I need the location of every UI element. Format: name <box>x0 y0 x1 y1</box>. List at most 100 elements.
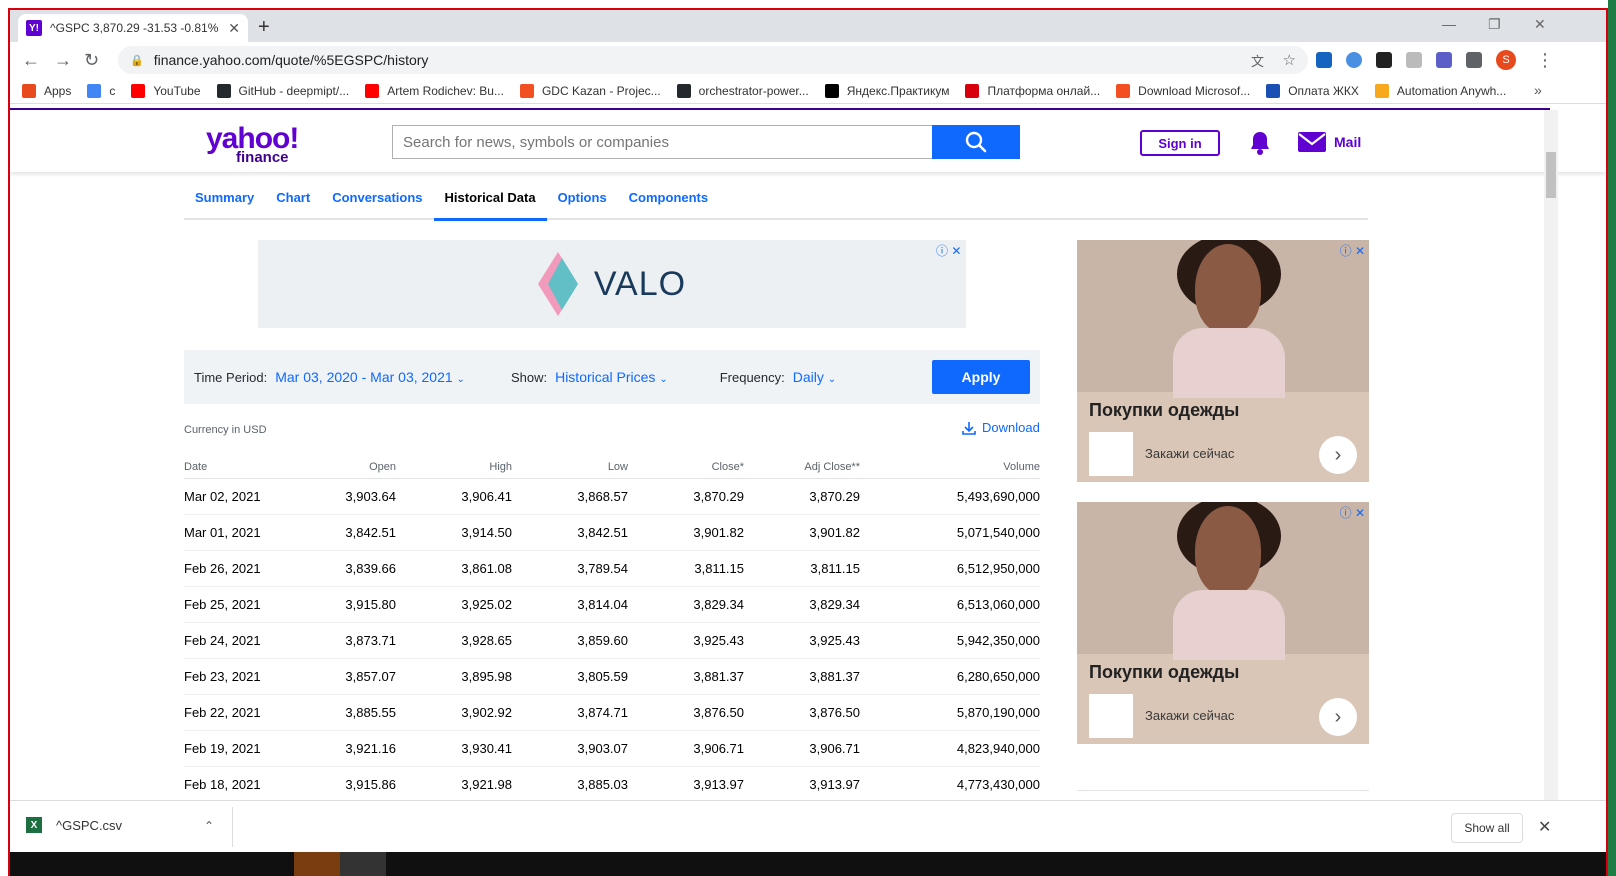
column-header: Low <box>512 456 628 479</box>
search-button[interactable] <box>932 125 1020 159</box>
table-row: Feb 23, 2021 3,857.07 3,895.98 3,805.59 3,88… <box>184 658 1040 695</box>
download-link[interactable]: Download <box>962 420 1040 435</box>
ad-headline: Покупки одежды <box>1089 662 1240 682</box>
automation-extension-icon[interactable] <box>1346 52 1362 68</box>
tab-strip: Y! ^GSPC 3,870.29 -31.53 -0.81% : S ✕ + … <box>10 10 1606 42</box>
bookmark-item[interactable]: GDC Kazan - Projec... <box>519 83 661 98</box>
valo-ad-banner[interactable]: VALO <box>258 240 966 328</box>
bookmark-item[interactable]: Яндекс.Практикум <box>824 83 949 98</box>
uipath-extension-icon[interactable] <box>1316 52 1332 68</box>
search-input[interactable] <box>392 125 934 159</box>
download-shelf: X ^GSPC.csv ⌃ Show all ✕ <box>10 800 1606 852</box>
chevron-up-icon[interactable]: ⌃ <box>204 819 214 833</box>
ad-choices-icon[interactable]: ⓘ ✕ <box>936 242 961 259</box>
table-cell: 3,901.82 <box>744 514 860 551</box>
bookmark-item[interactable]: Оплата ЖКХ <box>1266 83 1359 98</box>
tab-summary[interactable]: Summary <box>184 188 265 220</box>
scrollbar-thumb[interactable] <box>1546 152 1556 198</box>
table-row: Feb 22, 2021 3,885.55 3,902.92 3,874.71 3,87… <box>184 694 1040 731</box>
close-tab-icon[interactable]: ✕ <box>228 20 240 37</box>
new-tab-icon[interactable]: + <box>258 16 270 39</box>
forward-icon[interactable]: → <box>54 50 72 71</box>
notifications-bell-icon[interactable] <box>1248 130 1272 161</box>
extension-icon[interactable] <box>1406 52 1422 68</box>
table-cell: Feb 24, 2021 <box>184 622 294 659</box>
table-cell: 5,493,690,000 <box>860 478 1040 515</box>
bookmarks-overflow-icon[interactable]: » <box>1534 82 1590 98</box>
sign-in-button[interactable]: Sign in <box>1140 130 1220 156</box>
translate-icon[interactable]: 文 <box>1251 51 1264 70</box>
currency-note: Currency in USD <box>184 424 267 436</box>
close-shelf-icon[interactable]: ✕ <box>1538 817 1551 837</box>
ad-logo-placeholder <box>1089 432 1133 476</box>
bookmark-item[interactable]: orchestrator-power... <box>676 83 809 98</box>
side-ad-1[interactable]: ⓘ ✕ Покупки одежды Закажи сейчас › <box>1077 240 1369 482</box>
bookmark-star-icon[interactable]: ☆ <box>1283 51 1296 69</box>
close-window-icon[interactable]: ✕ <box>1534 16 1546 33</box>
tab-historical-data[interactable]: Historical Data <box>433 188 547 221</box>
yahoo-finance-logo[interactable]: yahoo! finance <box>206 124 299 166</box>
tab-conversations[interactable]: Conversations <box>321 188 433 220</box>
table-cell: 3,925.02 <box>396 586 512 623</box>
tab-chart[interactable]: Chart <box>265 188 321 220</box>
column-header: Adj Close** <box>744 456 860 479</box>
page-scrollbar[interactable] <box>1544 110 1558 800</box>
table-cell: 3,811.15 <box>628 550 744 587</box>
apply-button[interactable]: Apply <box>932 360 1030 394</box>
taskbar-app[interactable] <box>340 852 386 876</box>
yahoo-header: yahoo! finance Sign in Mail <box>10 110 1606 172</box>
show-all-button[interactable]: Show all <box>1451 813 1523 843</box>
bookmark-item[interactable]: Платформа онлай... <box>965 83 1100 98</box>
back-icon[interactable]: ← <box>22 50 40 71</box>
chevron-right-icon[interactable]: › <box>1319 436 1357 474</box>
bookmark-item[interactable]: Apps <box>22 83 72 98</box>
bookmark-favicon-icon <box>1266 83 1281 98</box>
chevron-right-icon[interactable]: › <box>1319 698 1357 736</box>
tab-options[interactable]: Options <box>547 188 618 220</box>
bookmark-label: orchestrator-power... <box>698 83 809 98</box>
show-dropdown[interactable]: Historical Prices ⌄ <box>555 369 668 385</box>
table-cell: Feb 26, 2021 <box>184 550 294 587</box>
selenium-extension-icon[interactable] <box>1376 52 1392 68</box>
bookmark-item[interactable]: c <box>87 83 115 98</box>
bookmark-label: Оплата ЖКХ <box>1288 83 1359 98</box>
profile-avatar[interactable]: S <box>1496 50 1516 70</box>
bookmark-label: Download Microsof... <box>1138 83 1251 98</box>
bookmark-item[interactable]: Download Microsof... <box>1116 83 1251 98</box>
ad-placeholder <box>1077 790 1369 800</box>
table-cell: 3,859.60 <box>512 622 628 659</box>
table-cell: 3,906.71 <box>628 730 744 767</box>
restore-icon[interactable]: ❐ <box>1488 16 1501 33</box>
time-period-dropdown[interactable]: Mar 03, 2020 - Mar 03, 2021 ⌄ <box>275 369 465 385</box>
menu-kebab-icon[interactable]: ⋮ <box>1536 50 1554 71</box>
bookmark-item[interactable]: Artem Rodichev: Bu... <box>365 83 504 98</box>
address-bar[interactable]: 🔒 finance.yahoo.com/quote/%5EGSPC/histor… <box>118 46 1308 74</box>
bookmark-label: Apps <box>44 83 72 98</box>
tab-components[interactable]: Components <box>618 188 719 220</box>
side-ad-2[interactable]: ⓘ ✕ Покупки одежды Закажи сейчас › <box>1077 502 1369 744</box>
browser-tab[interactable]: Y! ^GSPC 3,870.29 -31.53 -0.81% : S ✕ <box>18 14 248 42</box>
minimize-icon[interactable]: — <box>1442 16 1456 32</box>
bookmark-item[interactable]: GitHub - deepmipt/... <box>216 83 349 98</box>
table-cell: 3,913.97 <box>744 766 860 803</box>
puzzle-extensions-icon[interactable] <box>1466 52 1482 68</box>
reload-icon[interactable]: ↻ <box>84 50 99 71</box>
table-cell: 3,925.43 <box>628 622 744 659</box>
bookmark-item[interactable]: Automation Anywh... <box>1374 83 1506 98</box>
taskbar-app[interactable] <box>294 852 340 876</box>
lock-icon: 🔒 <box>130 54 144 67</box>
table-cell: 3,913.97 <box>628 766 744 803</box>
mail-link[interactable]: Mail <box>1298 132 1361 152</box>
downloaded-file[interactable]: X ^GSPC.csv <box>26 817 122 833</box>
table-row: Feb 26, 2021 3,839.66 3,861.08 3,789.54 3,81… <box>184 550 1040 587</box>
bookmark-favicon-icon <box>824 83 839 98</box>
ad-choices-icon[interactable]: ⓘ ✕ <box>1340 242 1365 259</box>
chevron-down-icon: ⌄ <box>827 374 837 385</box>
ad-choices-icon[interactable]: ⓘ ✕ <box>1340 504 1365 521</box>
time-period-value: Mar 03, 2020 - Mar 03, 2021 <box>275 369 453 385</box>
bookmark-item[interactable]: YouTube <box>131 83 201 98</box>
table-cell: 3,902.92 <box>396 694 512 731</box>
frequency-dropdown[interactable]: Daily ⌄ <box>793 369 836 385</box>
teams-extension-icon[interactable] <box>1436 52 1452 68</box>
table-row: Feb 25, 2021 3,915.80 3,925.02 3,814.04 3,82… <box>184 586 1040 623</box>
